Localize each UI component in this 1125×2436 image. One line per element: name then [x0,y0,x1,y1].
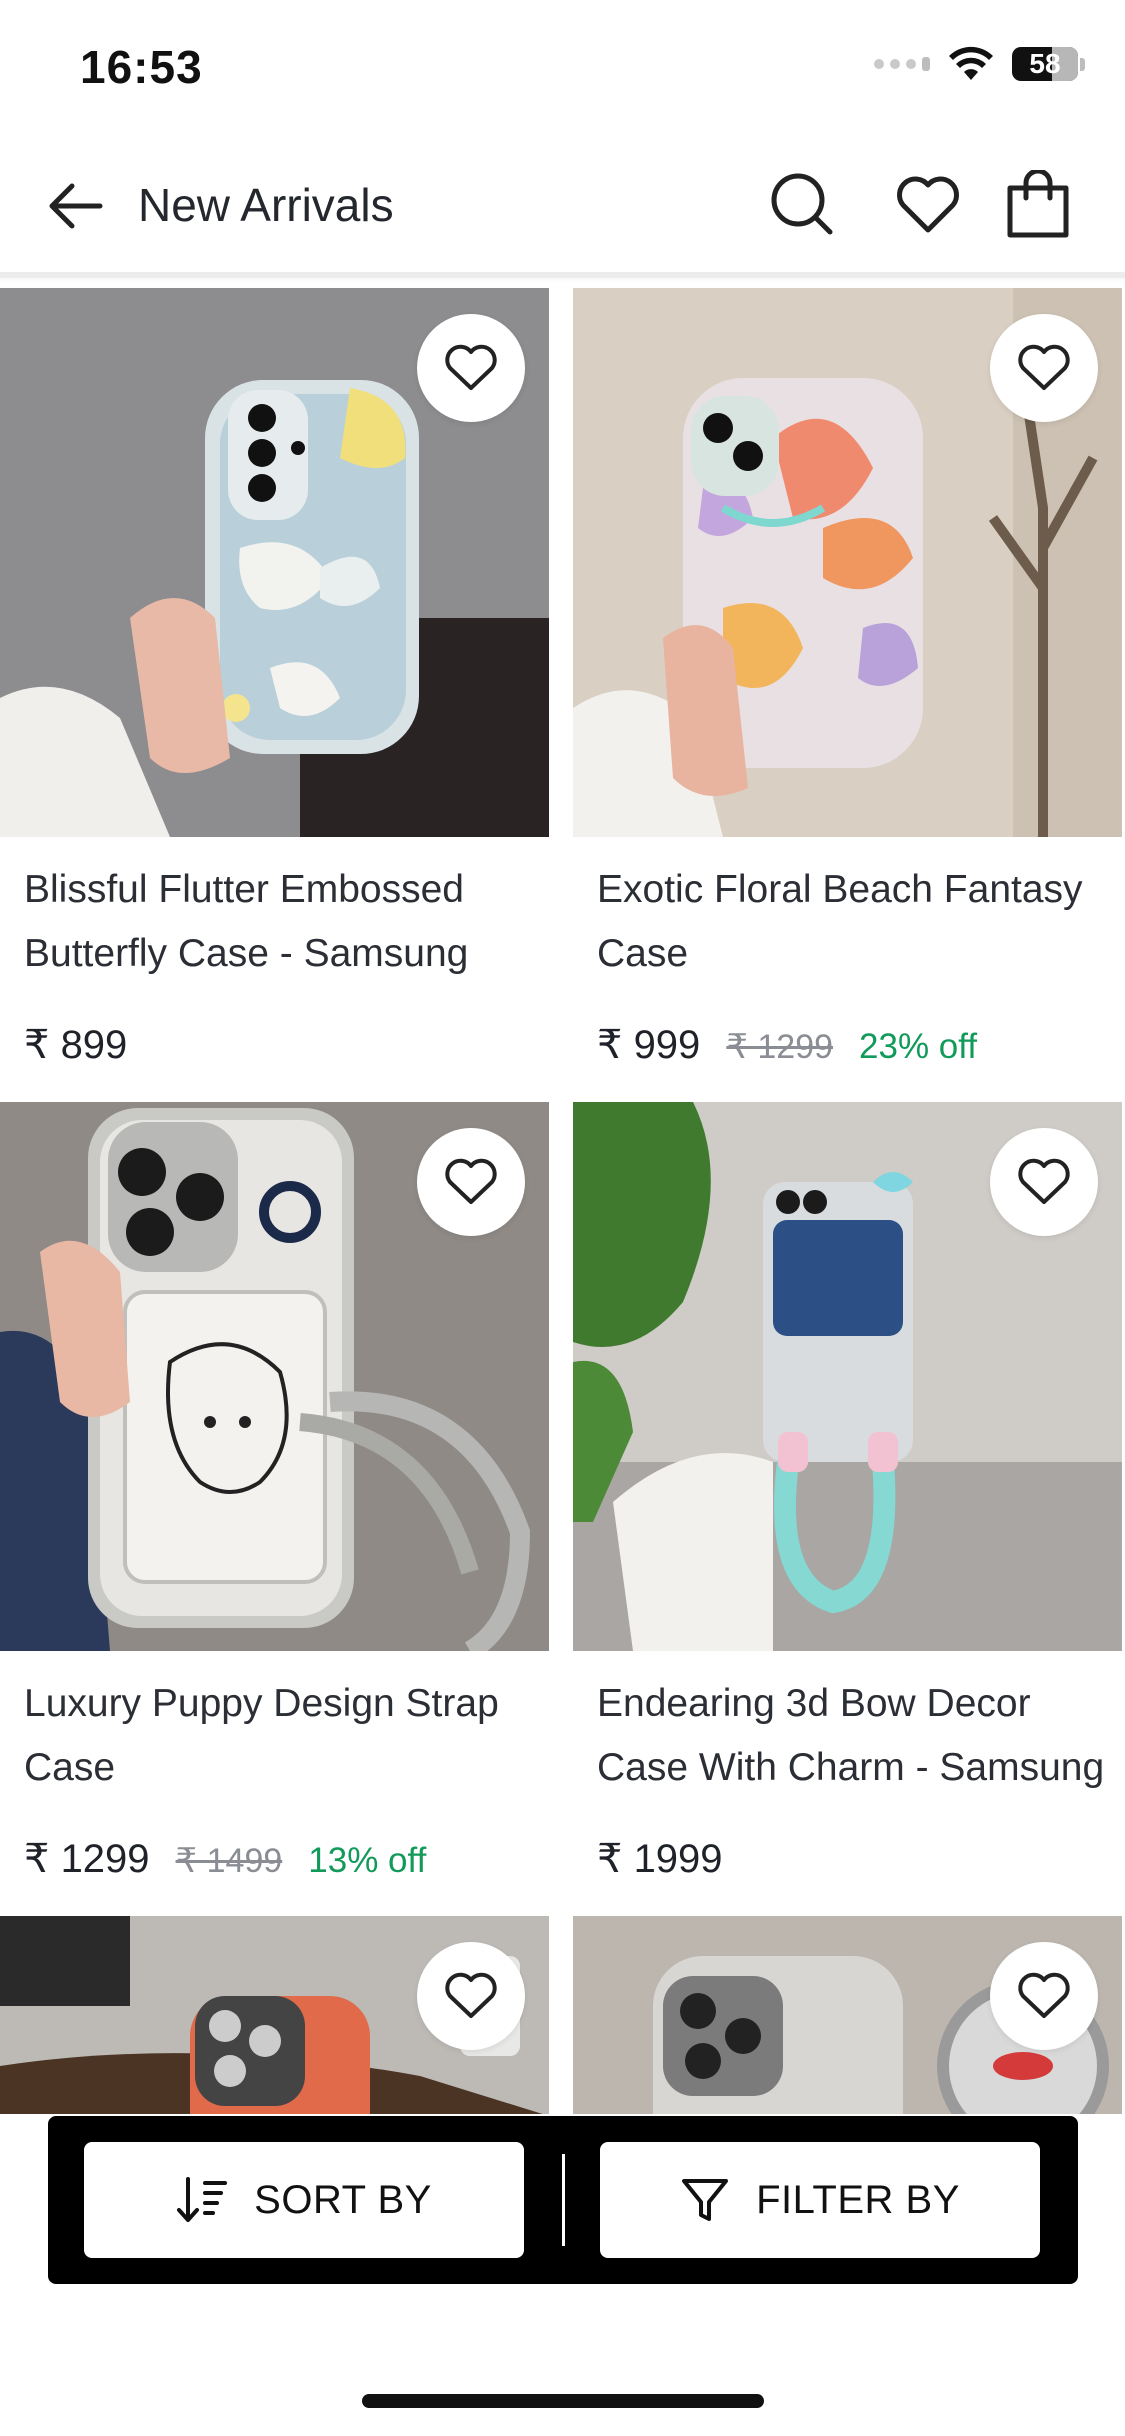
sort-filter-bar: SORT BY FILTER BY [48,2116,1078,2284]
bottom-bar-divider [562,2154,565,2246]
product-card[interactable] [573,1916,1122,2114]
product-card[interactable]: Blissful Flutter Embossed Butterfly Case… [0,288,549,1067]
heart-icon [897,176,959,233]
product-image[interactable] [573,1916,1122,2114]
sort-by-button[interactable]: SORT BY [84,2142,524,2258]
filter-by-label: FILTER BY [756,2177,960,2222]
product-name[interactable]: Endearing 3d Bow Decor Case With Charm -… [597,1672,1107,1800]
product-price-row: ₹ 1999 [597,1836,723,1882]
filter-by-button[interactable]: FILTER BY [600,2142,1040,2258]
heart-icon [1018,1158,1070,1204]
home-indicator[interactable] [362,2394,764,2408]
product-image[interactable] [573,288,1122,837]
cart-button[interactable] [998,164,1078,244]
product-image[interactable] [0,1916,549,2114]
heart-icon [445,1972,497,2018]
product-price: ₹ 899 [24,1023,128,1067]
product-original-price: ₹ 1299 [726,1028,834,1066]
wishlist-button[interactable] [888,164,968,244]
sort-by-label: SORT BY [254,2177,432,2222]
sort-icon [177,2177,228,2222]
product-price: ₹ 1999 [597,1837,723,1881]
product-card[interactable]: Endearing 3d Bow Decor Case With Charm -… [573,1102,1122,1881]
heart-icon [445,344,497,390]
product-price: ₹ 999 [597,1023,701,1067]
search-button[interactable] [762,164,842,244]
product-price-row: ₹ 1299 ₹ 1499 13% off [24,1836,426,1882]
product-card[interactable]: Exotic Floral Beach Fantasy Case ₹ 999 ₹… [573,288,1122,1067]
product-price-row: ₹ 899 [24,1022,127,1068]
heart-icon [1018,344,1070,390]
search-icon [771,173,833,235]
product-name[interactable]: Exotic Floral Beach Fantasy Case [597,858,1107,986]
product-original-price: ₹ 1499 [175,1842,283,1880]
product-discount: 23% off [859,1027,978,1066]
add-to-wishlist-button[interactable] [417,1942,525,2050]
product-image[interactable] [573,1102,1122,1651]
battery-level: 58 [1029,48,1061,79]
product-grid: Blissful Flutter Embossed Butterfly Case… [0,284,1125,2114]
product-image[interactable] [0,288,549,837]
add-to-wishlist-button[interactable] [990,1128,1098,1236]
add-to-wishlist-button[interactable] [990,1942,1098,2050]
back-button[interactable] [40,170,112,242]
cellular-signal-icon [874,57,930,71]
shopping-bag-icon [1007,170,1069,238]
page-title: New Arrivals [138,179,394,231]
product-card[interactable] [0,1916,549,2114]
status-icons: 58 [874,46,1085,82]
product-price: ₹ 1299 [24,1837,150,1881]
back-arrow-icon [49,183,103,229]
filter-icon [682,2179,729,2221]
product-name[interactable]: Blissful Flutter Embossed Butterfly Case… [24,858,534,986]
product-card[interactable]: Luxury Puppy Design Strap Case ₹ 1299 ₹ … [0,1102,549,1881]
top-navigation-bar: New Arrivals [0,130,1125,278]
add-to-wishlist-button[interactable] [417,1128,525,1236]
status-bar: 16:53 58 [0,0,1125,130]
product-name[interactable]: Luxury Puppy Design Strap Case [24,1672,534,1800]
product-image[interactable] [0,1102,549,1651]
add-to-wishlist-button[interactable] [990,314,1098,422]
heart-icon [445,1158,497,1204]
product-price-row: ₹ 999 ₹ 1299 23% off [597,1022,977,1068]
status-time: 16:53 [80,41,203,93]
battery-icon: 58 [1012,47,1085,81]
heart-icon [1018,1972,1070,2018]
product-discount: 13% off [308,1841,427,1880]
wifi-icon [949,46,993,80]
add-to-wishlist-button[interactable] [417,314,525,422]
